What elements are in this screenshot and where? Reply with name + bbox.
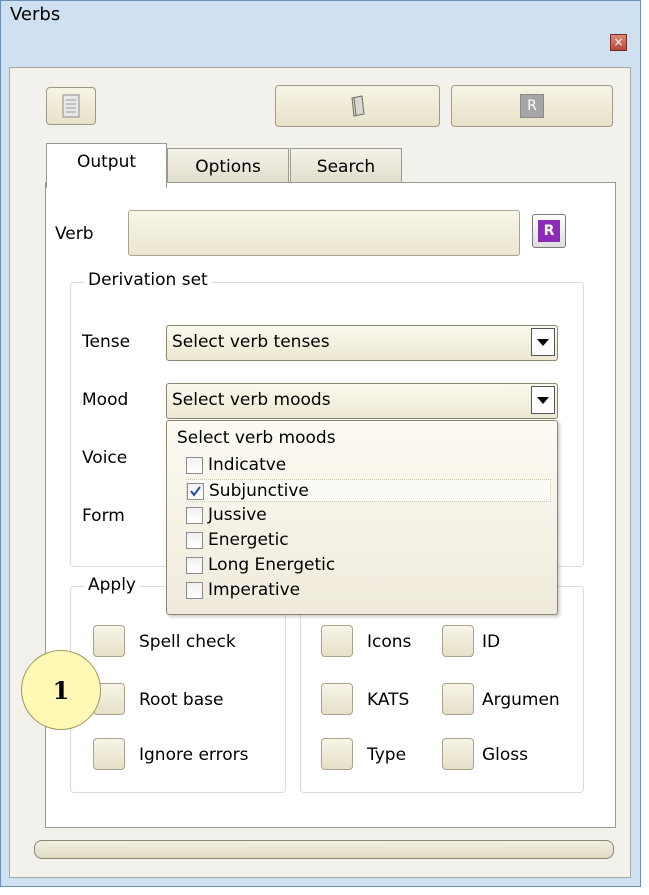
mood-select[interactable]: Select verb moods: [166, 383, 558, 419]
chevron-down-icon[interactable]: [531, 386, 555, 414]
tab-output-label: Output: [76, 152, 137, 172]
mood-dropdown-title: Select verb moods: [177, 428, 336, 448]
checkbox[interactable]: [186, 557, 203, 574]
gloss-label: Gloss: [482, 745, 529, 765]
voice-label: Voice: [82, 448, 128, 468]
checkbox[interactable]: [186, 457, 203, 474]
spell-check-toggle[interactable]: [93, 625, 125, 657]
root-lookup-button[interactable]: R: [532, 214, 566, 248]
mood-dropdown-list: Select verb moods Indicatve Subjunctive …: [166, 420, 558, 615]
document-icon: [62, 94, 80, 118]
r-purple-icon: R: [538, 220, 560, 242]
progress-bar: [34, 840, 614, 859]
close-icon: ×: [613, 35, 624, 49]
mood-select-value: Select verb moods: [172, 390, 331, 410]
tab-search[interactable]: Search: [290, 148, 402, 184]
argument-toggle[interactable]: [442, 683, 474, 715]
id-label: ID: [482, 632, 501, 652]
document-button[interactable]: [46, 87, 96, 125]
verb-label: Verb: [55, 224, 94, 244]
mood-option-long-energetic[interactable]: Long Energetic: [186, 554, 551, 577]
mood-option-label: Indicatve: [208, 455, 287, 475]
book-icon: [350, 95, 365, 117]
icons-toggle[interactable]: [321, 625, 353, 657]
id-toggle[interactable]: [442, 625, 474, 657]
mood-option-jussive[interactable]: Jussive: [186, 504, 551, 527]
window-title: Verbs: [10, 4, 61, 25]
ignore-errors-toggle[interactable]: [93, 738, 125, 770]
chevron-down-icon[interactable]: [531, 328, 555, 356]
tab-options-label: Options: [195, 157, 261, 177]
tab-options[interactable]: Options: [167, 148, 289, 184]
close-button[interactable]: ×: [610, 34, 627, 51]
mood-option-label: Energetic: [208, 530, 289, 550]
mood-option-imperative[interactable]: Imperative: [186, 579, 551, 602]
mood-option-label: Jussive: [208, 505, 267, 525]
argument-label: Argumen: [482, 690, 560, 710]
tense-label: Tense: [82, 332, 131, 352]
derivation-set-legend: Derivation set: [84, 270, 212, 290]
checkbox-checked[interactable]: [187, 483, 204, 500]
mood-option-subjunctive[interactable]: Subjunctive: [186, 479, 551, 502]
verb-input[interactable]: [128, 210, 520, 256]
mood-option-label: Long Energetic: [208, 555, 336, 575]
title-bar[interactable]: Verbs: [1, 1, 642, 35]
type-label: Type: [367, 745, 407, 765]
tab-output[interactable]: Output: [46, 143, 167, 188]
spell-check-label: Spell check: [139, 632, 236, 652]
callout-number: 1: [52, 675, 70, 705]
tab-search-label: Search: [316, 157, 376, 177]
checkbox[interactable]: [186, 582, 203, 599]
icons-label: Icons: [367, 632, 412, 652]
mood-option-energetic[interactable]: Energetic: [186, 529, 551, 552]
mood-option-label: Subjunctive: [209, 481, 309, 501]
book-button[interactable]: [275, 85, 440, 127]
r-icon: R: [520, 94, 544, 118]
kats-toggle[interactable]: [321, 683, 353, 715]
mood-option-indicative[interactable]: Indicatve: [186, 454, 551, 477]
mood-label: Mood: [82, 390, 129, 410]
checkbox[interactable]: [186, 507, 203, 524]
callout-badge: 1: [21, 650, 101, 730]
tense-select-value: Select verb tenses: [172, 332, 330, 352]
form-label: Form: [82, 506, 125, 526]
kats-label: KATS: [367, 690, 410, 710]
checkbox[interactable]: [186, 532, 203, 549]
mood-option-label: Imperative: [208, 580, 301, 600]
root-button[interactable]: R: [451, 85, 613, 127]
apply-legend: Apply: [84, 575, 140, 595]
tense-select[interactable]: Select verb tenses: [166, 325, 558, 361]
gloss-toggle[interactable]: [442, 738, 474, 770]
type-toggle[interactable]: [321, 738, 353, 770]
root-base-label: Root base: [139, 690, 224, 710]
ignore-errors-label: Ignore errors: [139, 745, 249, 765]
checkmark-icon: [190, 486, 201, 497]
